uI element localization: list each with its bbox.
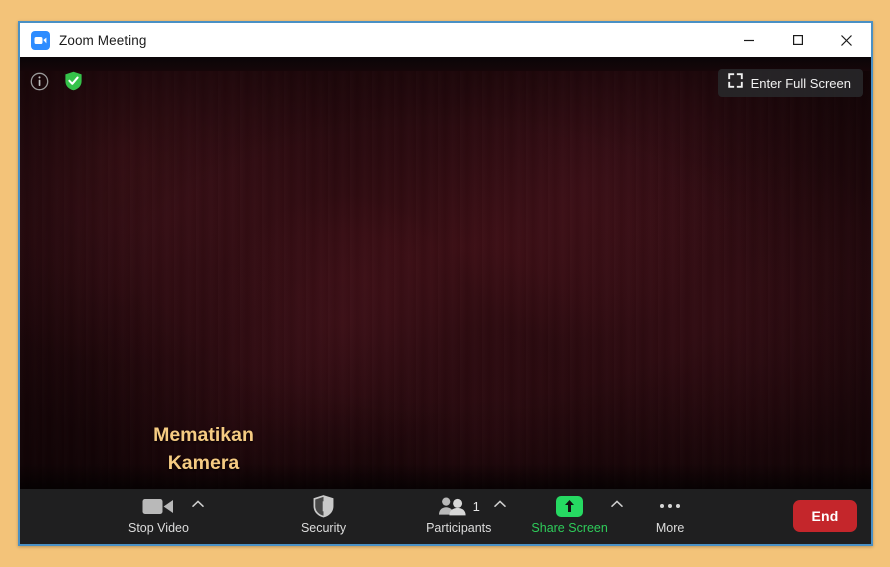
window-title: Zoom Meeting	[59, 32, 147, 48]
toolbar-item-share-screen[interactable]: Share Screen	[531, 489, 608, 535]
window-controls	[724, 23, 871, 57]
participants-count: 1	[472, 498, 480, 514]
meeting-toolbar: Stop Video Security 1 Participants Share…	[20, 489, 871, 544]
maximize-icon[interactable]	[773, 23, 822, 57]
toolbar-item-participants[interactable]: 1 Participants	[426, 489, 491, 535]
end-meeting-button[interactable]: End	[793, 500, 857, 532]
toolbar-label-stop-video: Stop Video	[128, 521, 189, 535]
toolbar-label-security: Security	[300, 521, 347, 535]
share-screen-chevron-up-icon[interactable]	[608, 489, 626, 513]
shield-icon	[313, 494, 334, 518]
toolbar-label-participants: Participants	[426, 521, 492, 535]
toolbar-label-more: More	[655, 521, 685, 535]
toolbar-item-more[interactable]: More	[656, 489, 684, 535]
zoom-camera-icon	[31, 30, 50, 50]
expand-corners-icon	[727, 73, 743, 93]
green-shield-check-icon[interactable]	[63, 71, 83, 91]
video-overlay-controls	[29, 71, 83, 91]
video-camera-icon	[142, 494, 174, 518]
participants-chevron-up-icon[interactable]	[491, 489, 509, 513]
video-bottom-shadow	[20, 463, 871, 489]
share-screen-icon-box	[556, 495, 584, 517]
enter-full-screen-label: Enter Full Screen	[750, 75, 851, 91]
green-up-arrow-icon	[556, 494, 584, 518]
video-feed[interactable]: Enter Full Screen Mematikan Kamera	[20, 57, 871, 489]
video-feed-vignette	[20, 57, 871, 489]
people-icon: 1	[438, 494, 480, 518]
info-circle-icon[interactable]	[29, 71, 49, 91]
enter-full-screen-button[interactable]: Enter Full Screen	[717, 69, 863, 97]
ellipsis-icon	[660, 494, 681, 518]
stop-video-chevron-up-icon[interactable]	[189, 489, 207, 513]
toolbar-left-spacer	[20, 489, 128, 544]
toolbar-item-security[interactable]: Security	[301, 489, 346, 535]
title-bar: Zoom Meeting	[20, 23, 871, 57]
zoom-meeting-window: Zoom Meeting Enter Full Screen Mematikan…	[18, 21, 873, 546]
toolbar-label-share-screen: Share Screen	[531, 521, 608, 535]
close-icon[interactable]	[822, 23, 871, 57]
toolbar-controls: Stop Video Security 1 Participants Share…	[128, 489, 871, 544]
toolbar-item-stop-video[interactable]: Stop Video	[128, 489, 189, 535]
minimize-icon[interactable]	[724, 23, 773, 57]
